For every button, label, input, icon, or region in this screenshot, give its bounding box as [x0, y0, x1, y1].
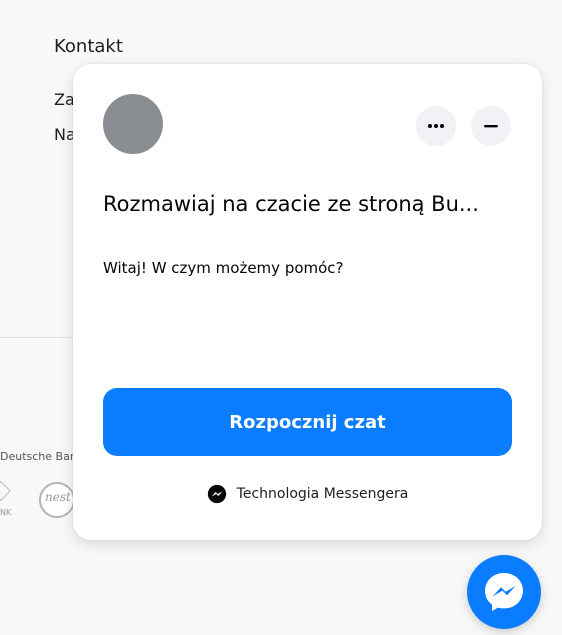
- minimize-button[interactable]: [471, 106, 511, 146]
- more-options-button[interactable]: [416, 106, 456, 146]
- chat-widget-card: Rozmawiaj na czacie ze stroną Bu... Wita…: [73, 64, 542, 540]
- partner-logo-nest-text: nest: [45, 490, 71, 504]
- messenger-launcher-button[interactable]: [467, 555, 541, 629]
- chat-title: Rozmawiaj na czacie ze stroną Bu...: [103, 192, 479, 216]
- powered-by-text: Technologia Messengera: [236, 486, 409, 502]
- partner-logo-mark-icon: [0, 481, 11, 501]
- partner-logo-1: NK: [0, 480, 16, 517]
- contact-heading: Kontakt: [54, 36, 123, 57]
- partner-name: Deutsche Ban: [0, 450, 77, 463]
- messenger-icon: [207, 484, 226, 504]
- page-avatar: [103, 94, 163, 154]
- partner-logo-1-text: NK: [0, 508, 12, 517]
- more-horizontal-icon: [428, 124, 444, 128]
- contact-link-1[interactable]: Za: [54, 90, 75, 109]
- start-chat-button[interactable]: Rozpocznij czat: [103, 388, 512, 456]
- messenger-icon: [485, 573, 523, 611]
- powered-by: Technologia Messengera: [73, 484, 542, 504]
- footer-divider: [0, 337, 80, 338]
- chat-greeting: Witaj! W czym możemy pomóc?: [103, 259, 344, 277]
- minimize-icon: [484, 125, 498, 128]
- partner-logo-nest: nest: [39, 482, 75, 518]
- page: Kontakt Za Na Deutsche Ban NK nest Rozma…: [0, 0, 562, 635]
